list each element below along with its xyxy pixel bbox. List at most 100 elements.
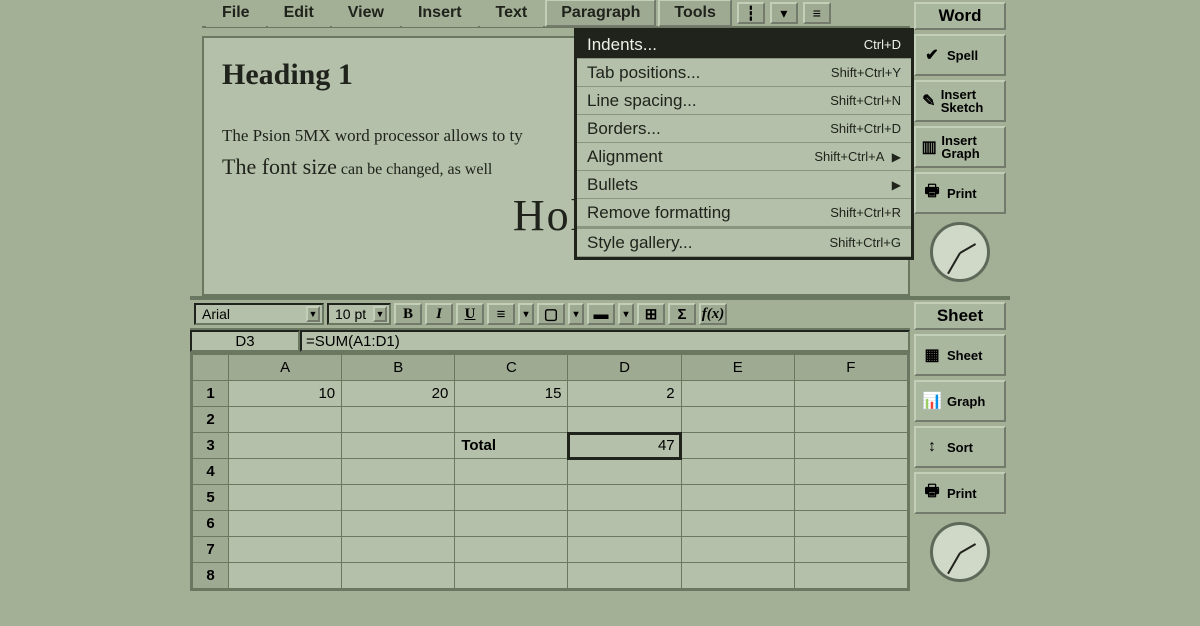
cell-reference-box[interactable]: D3 xyxy=(190,330,300,352)
chevron-down-icon[interactable]: ▼ xyxy=(373,306,387,322)
menu-item-line-spacing[interactable]: Line spacing... Shift+Ctrl+N xyxy=(577,87,911,115)
cell-d1[interactable]: 2 xyxy=(568,381,681,407)
cell[interactable] xyxy=(229,459,342,485)
spreadsheet-grid[interactable]: A B C D E F 1 10 20 15 2 2 xyxy=(190,352,910,591)
font-size-selector[interactable]: 10 pt ▼ xyxy=(327,303,391,325)
dotted-list-icon[interactable]: ┇ xyxy=(737,2,765,24)
cell-f2[interactable] xyxy=(794,407,907,433)
cell[interactable] xyxy=(794,459,907,485)
row-header-3[interactable]: 3 xyxy=(193,433,229,459)
menu-item-tab-positions[interactable]: Tab positions... Shift+Ctrl+Y xyxy=(577,59,911,87)
sheet-button[interactable]: ▦ Sheet xyxy=(914,334,1006,376)
menu-file[interactable]: File xyxy=(206,0,266,27)
graph-button[interactable]: 📊 Graph xyxy=(914,380,1006,422)
cell-d2[interactable] xyxy=(568,407,681,433)
insert-graph-button[interactable]: ▥ Insert Graph xyxy=(914,126,1006,168)
row-header-1[interactable]: 1 xyxy=(193,381,229,407)
cell[interactable] xyxy=(342,511,455,537)
cell[interactable] xyxy=(794,563,907,589)
dropdown-icon[interactable]: ▾ xyxy=(770,2,798,24)
cell-f3[interactable] xyxy=(794,433,907,459)
col-header-e[interactable]: E xyxy=(681,355,794,381)
cell-b3[interactable] xyxy=(342,433,455,459)
align-dropdown-icon[interactable]: ▾ xyxy=(518,303,534,325)
cell[interactable] xyxy=(342,563,455,589)
menu-item-borders[interactable]: Borders... Shift+Ctrl+D xyxy=(577,115,911,143)
cell[interactable] xyxy=(681,537,794,563)
col-header-f[interactable]: F xyxy=(794,355,907,381)
row-header-8[interactable]: 8 xyxy=(193,563,229,589)
underline-button[interactable]: U xyxy=(456,303,484,325)
spell-button[interactable]: ✔ Spell xyxy=(914,34,1006,76)
cell[interactable] xyxy=(794,511,907,537)
chevron-down-icon[interactable]: ▼ xyxy=(306,306,320,322)
cell[interactable] xyxy=(455,485,568,511)
cell[interactable] xyxy=(568,459,681,485)
sort-button[interactable]: ↕ Sort xyxy=(914,426,1006,468)
col-header-b[interactable]: B xyxy=(342,355,455,381)
menu-item-remove-formatting[interactable]: Remove formatting Shift+Ctrl+R xyxy=(577,199,911,227)
align-button[interactable]: ≡ xyxy=(487,303,515,325)
menu-item-style-gallery[interactable]: Style gallery... Shift+Ctrl+G xyxy=(577,229,911,257)
row-header-6[interactable]: 6 xyxy=(193,511,229,537)
cell[interactable] xyxy=(681,485,794,511)
cell[interactable] xyxy=(455,511,568,537)
cell-d3-selected[interactable]: 47 xyxy=(568,433,681,459)
menu-insert[interactable]: Insert xyxy=(402,0,478,27)
insert-sketch-button[interactable]: ✎ Insert Sketch xyxy=(914,80,1006,122)
col-header-c[interactable]: C xyxy=(455,355,568,381)
cell-a1[interactable]: 10 xyxy=(229,381,342,407)
col-header-a[interactable]: A xyxy=(229,355,342,381)
menu-paragraph[interactable]: Paragraph xyxy=(545,0,656,27)
corner-cell[interactable] xyxy=(193,355,229,381)
menu-item-bullets[interactable]: Bullets ▶ xyxy=(577,171,911,199)
cell[interactable] xyxy=(455,563,568,589)
menu-tools[interactable]: Tools xyxy=(658,0,731,27)
italic-button[interactable]: I xyxy=(425,303,453,325)
menu-item-alignment[interactable]: Alignment Shift+Ctrl+A ▶ xyxy=(577,143,911,171)
fill-button[interactable]: ▬ xyxy=(587,303,615,325)
cell[interactable] xyxy=(681,511,794,537)
formula-input[interactable]: =SUM(A1:D1) xyxy=(300,330,910,352)
cell-e3[interactable] xyxy=(681,433,794,459)
row-header-7[interactable]: 7 xyxy=(193,537,229,563)
font-selector[interactable]: Arial ▼ xyxy=(194,303,324,325)
print-button[interactable]: 🖶 Print xyxy=(914,472,1006,514)
bulleted-list-icon[interactable]: ≡ xyxy=(803,2,831,24)
cell[interactable] xyxy=(342,459,455,485)
menu-text[interactable]: Text xyxy=(480,0,544,27)
cell-f1[interactable] xyxy=(794,381,907,407)
row-header-2[interactable]: 2 xyxy=(193,407,229,433)
cell-b1[interactable]: 20 xyxy=(342,381,455,407)
cell-e1[interactable] xyxy=(681,381,794,407)
cell-a3[interactable] xyxy=(229,433,342,459)
sum-button[interactable]: Σ xyxy=(668,303,696,325)
row-header-4[interactable]: 4 xyxy=(193,459,229,485)
cell-c1[interactable]: 15 xyxy=(455,381,568,407)
cell[interactable] xyxy=(681,459,794,485)
cell[interactable] xyxy=(342,485,455,511)
cell-a2[interactable] xyxy=(229,407,342,433)
borders-dropdown-icon[interactable]: ▾ xyxy=(568,303,584,325)
cell[interactable] xyxy=(229,537,342,563)
cell[interactable] xyxy=(229,563,342,589)
cell-e2[interactable] xyxy=(681,407,794,433)
cell-b2[interactable] xyxy=(342,407,455,433)
cell[interactable] xyxy=(794,537,907,563)
cell[interactable] xyxy=(455,459,568,485)
cell-c3[interactable]: Total xyxy=(455,433,568,459)
cell[interactable] xyxy=(568,511,681,537)
print-button[interactable]: 🖶 Print xyxy=(914,172,1006,214)
cell[interactable] xyxy=(568,485,681,511)
menu-edit[interactable]: Edit xyxy=(268,0,330,27)
bold-button[interactable]: B xyxy=(394,303,422,325)
cell[interactable] xyxy=(568,563,681,589)
cell[interactable] xyxy=(794,485,907,511)
col-header-d[interactable]: D xyxy=(568,355,681,381)
menu-view[interactable]: View xyxy=(332,0,400,27)
row-header-5[interactable]: 5 xyxy=(193,485,229,511)
menu-item-indents[interactable]: Indents... Ctrl+D xyxy=(577,31,911,59)
cell[interactable] xyxy=(229,485,342,511)
cell[interactable] xyxy=(681,563,794,589)
cell[interactable] xyxy=(455,537,568,563)
